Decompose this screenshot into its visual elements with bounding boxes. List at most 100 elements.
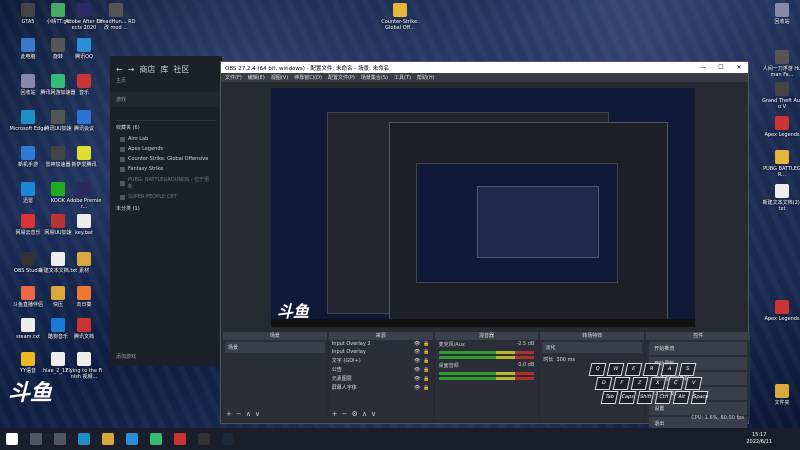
steam-group-favorites[interactable]: 收藏夹 (6) bbox=[110, 121, 222, 134]
source-item[interactable]: 屏幕人字体 👁 🔒 bbox=[329, 383, 433, 392]
desktop-icon[interactable]: 腾讯QQ bbox=[64, 38, 104, 60]
menu-item[interactable]: 配置文件(P) bbox=[328, 74, 355, 81]
windows-start-icon[interactable] bbox=[6, 433, 18, 445]
up-icon[interactable]: ∧ bbox=[246, 410, 251, 418]
steam-taskbar-icon[interactable] bbox=[222, 433, 234, 445]
source-item[interactable]: 文字 (GDI+) 👁 🔒 bbox=[329, 356, 433, 365]
eye-icon[interactable]: 👁 bbox=[414, 385, 420, 391]
desktop-icon[interactable]: key.bat bbox=[64, 214, 104, 236]
menu-item[interactable]: 视图(V) bbox=[271, 74, 288, 81]
source-item[interactable]: Input Overlay 👁 🔒 bbox=[329, 348, 433, 356]
desktop-icon[interactable]: 文件夹 bbox=[762, 384, 800, 406]
transition-type-select[interactable]: 淡化 bbox=[542, 342, 643, 353]
scene-item[interactable]: 场景 bbox=[225, 342, 325, 353]
menu-item[interactable]: 场景集合(S) bbox=[361, 74, 388, 81]
steam-home-link[interactable]: 主页 bbox=[110, 75, 222, 86]
obs-preview[interactable]: 斗鱼 bbox=[271, 88, 695, 327]
lock-icon[interactable]: 🔒 bbox=[423, 385, 429, 391]
steam-game-item[interactable]: Aim Lab bbox=[110, 134, 222, 144]
menu-item[interactable]: 编辑(E) bbox=[248, 74, 265, 81]
menu-item[interactable]: 工具(T) bbox=[394, 74, 411, 81]
desktop-icon[interactable]: Grand Theft Auto V bbox=[762, 82, 800, 110]
menu-item[interactable]: 文件(F) bbox=[225, 74, 242, 81]
desktop-icon[interactable]: 腾讯会议 bbox=[64, 110, 104, 132]
obs-taskbar-icon[interactable] bbox=[198, 433, 210, 445]
app-icon[interactable] bbox=[150, 433, 162, 445]
file-explorer-icon[interactable] bbox=[102, 433, 114, 445]
desktop-icon[interactable]: 回收站 bbox=[762, 3, 800, 25]
lock-icon[interactable]: 🔒 bbox=[423, 358, 429, 364]
steam-game-item[interactable]: Counter-Strike: Global Offensive bbox=[110, 154, 222, 164]
source-item[interactable]: 公告 👁 🔒 bbox=[329, 365, 433, 374]
app-icon bbox=[51, 38, 65, 52]
steam-game-item[interactable]: Apex Legends bbox=[110, 144, 222, 154]
maximize-icon[interactable]: ☐ bbox=[712, 64, 730, 71]
store-icon[interactable] bbox=[126, 433, 138, 445]
edge-icon[interactable] bbox=[78, 433, 90, 445]
desktop-icon[interactable]: 素材 bbox=[64, 252, 104, 274]
taskbar-clock[interactable]: 15:17 2022/6/11 bbox=[746, 432, 772, 446]
add-icon[interactable]: + bbox=[226, 410, 232, 418]
eye-icon[interactable]: 👁 bbox=[414, 367, 420, 373]
desktop-icon[interactable]: 新建文本文档(2).txt bbox=[762, 184, 800, 212]
steam-game-item[interactable]: Fantasy Strike bbox=[110, 164, 222, 174]
menu-item[interactable]: 停靠窗口(D) bbox=[294, 74, 322, 81]
steam-search-input[interactable] bbox=[116, 110, 216, 121]
controls-header: 控件 bbox=[646, 332, 750, 340]
volume-slider[interactable] bbox=[438, 356, 535, 359]
menu-item[interactable]: 帮助(H) bbox=[417, 74, 435, 81]
desktop-icon[interactable]: 向日葵 bbox=[64, 286, 104, 308]
lock-icon[interactable]: 🔒 bbox=[423, 341, 429, 347]
volume-slider[interactable] bbox=[438, 377, 535, 380]
desktop-icon[interactable]: Counter-Strike: Global Off... bbox=[380, 3, 420, 31]
tab-store[interactable]: 商店 bbox=[139, 64, 155, 75]
eye-icon[interactable]: 👁 bbox=[414, 341, 420, 347]
steam-game-item[interactable]: PUBG: BATTLEGROUNDS - 位于更新 bbox=[110, 174, 222, 192]
minimize-icon[interactable]: — bbox=[694, 64, 712, 71]
lock-icon[interactable]: 🔒 bbox=[423, 376, 429, 382]
search-icon[interactable] bbox=[30, 433, 42, 445]
scenes-header: 场景 bbox=[223, 332, 327, 340]
up-icon[interactable]: ∧ bbox=[362, 410, 367, 418]
down-icon[interactable]: ∨ bbox=[371, 410, 376, 418]
add-game-button[interactable]: 添加游戏 bbox=[116, 353, 136, 360]
tab-community[interactable]: 社区 bbox=[173, 64, 189, 75]
desktop-icon[interactable]: 音乐 bbox=[64, 74, 104, 96]
source-item[interactable]: Input Overlay 2 👁 🔒 bbox=[329, 340, 433, 348]
steam-group-uncategorized[interactable]: 未分类 (1) bbox=[110, 202, 222, 215]
steam-game-item[interactable]: SUPER PEOPLE CBT bbox=[110, 192, 222, 202]
desktop-icon[interactable]: PUBG BATTLEGR... bbox=[762, 150, 800, 178]
control-button[interactable]: 开始推流 bbox=[649, 342, 747, 355]
desktop-icon[interactable]: Apex Legends bbox=[762, 300, 800, 322]
remove-icon[interactable]: − bbox=[236, 410, 242, 418]
steam-games-section[interactable]: 游戏 bbox=[110, 92, 222, 107]
desktop-icon[interactable]: 新萨爱腾讯 bbox=[64, 146, 104, 168]
eye-icon[interactable]: 👁 bbox=[414, 349, 420, 355]
tab-library[interactable]: 库 bbox=[160, 64, 168, 75]
app-icon[interactable] bbox=[174, 433, 186, 445]
desktop-icon[interactable]: 人间一刀浮游 Human Fa... bbox=[762, 50, 800, 78]
desktop-icon[interactable]: Apex Legends bbox=[762, 116, 800, 138]
remove-icon[interactable]: − bbox=[342, 410, 348, 418]
gear-icon[interactable]: ⚙ bbox=[352, 410, 358, 418]
app-icon bbox=[775, 384, 789, 398]
desktop-icon[interactable]: Flying to the Finish 视频... bbox=[64, 352, 104, 380]
lock-icon[interactable]: 🔒 bbox=[423, 367, 429, 373]
back-icon[interactable]: ← bbox=[116, 65, 123, 74]
game-name: SUPER PEOPLE CBT bbox=[128, 194, 177, 200]
down-icon[interactable]: ∨ bbox=[255, 410, 260, 418]
desktop-icon[interactable]: Adobe Premier... bbox=[64, 182, 104, 210]
add-icon[interactable]: + bbox=[332, 410, 338, 418]
source-list: Input Overlay 2 👁 🔒 Input Overlay 👁 🔒 文字 (GDI+… bbox=[329, 340, 433, 392]
app-icon bbox=[77, 352, 91, 366]
desktop-icon[interactable]: 腾讯文档 bbox=[64, 318, 104, 340]
lock-icon[interactable]: 🔒 bbox=[423, 349, 429, 355]
task-view-icon[interactable] bbox=[54, 433, 66, 445]
close-icon[interactable]: ✕ bbox=[730, 64, 748, 71]
desktop-icon[interactable]: DreadHun... RD改 mod ... bbox=[96, 3, 136, 31]
source-item[interactable]: 元素图层 👁 🔒 bbox=[329, 374, 433, 383]
eye-icon[interactable]: 👁 bbox=[414, 358, 420, 364]
eye-icon[interactable]: 👁 bbox=[414, 376, 420, 382]
duration-input[interactable]: 300 ms bbox=[556, 357, 575, 363]
forward-icon[interactable]: → bbox=[128, 65, 135, 74]
